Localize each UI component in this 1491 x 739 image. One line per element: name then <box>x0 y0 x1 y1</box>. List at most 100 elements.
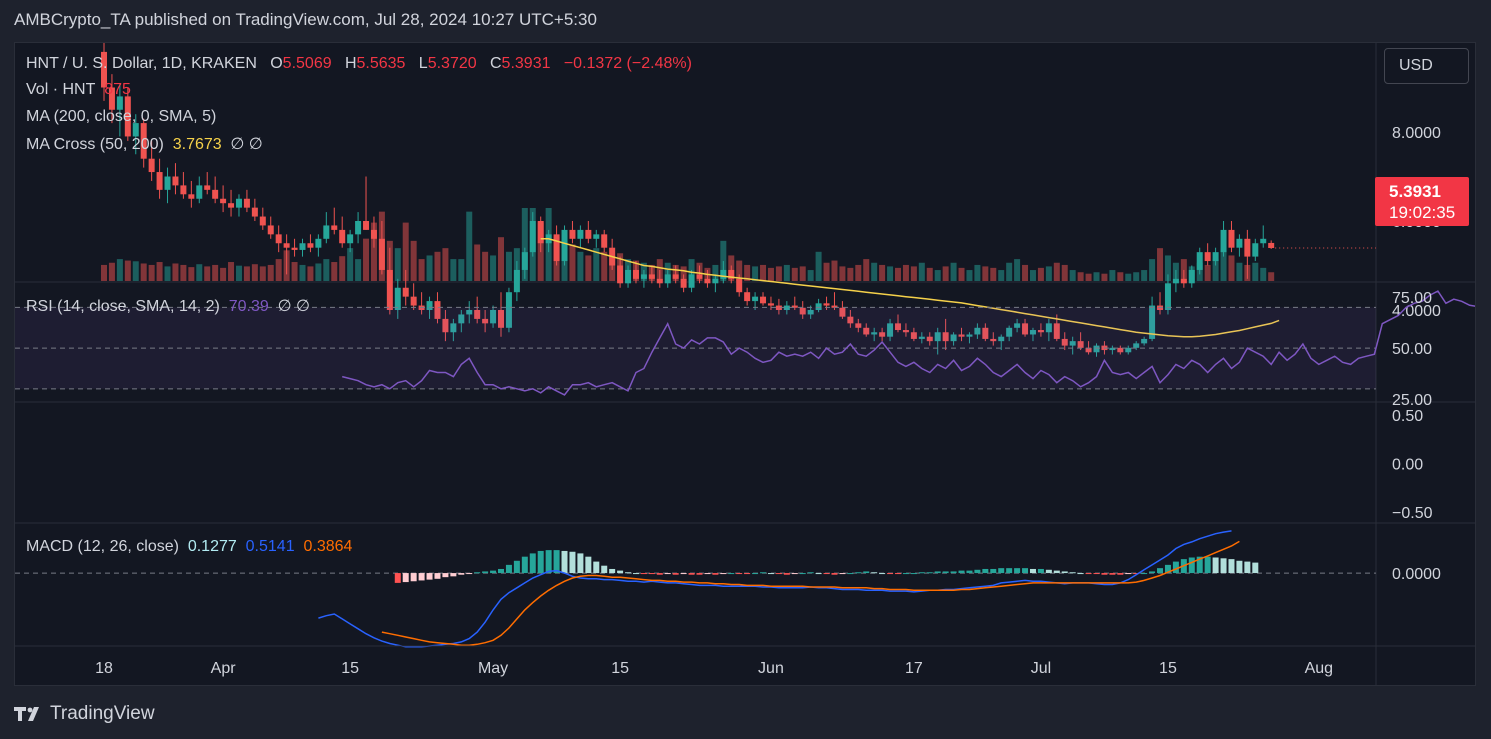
rsi-legend: RSI (14, close, SMA, 14, 2) 70.39 ∅ ∅ <box>26 296 310 316</box>
macd-histogram-bar <box>585 556 592 574</box>
volume-bar <box>180 264 187 281</box>
volume-bar <box>1069 270 1076 281</box>
ma-cross-label: MA Cross (50, 200) <box>26 136 164 153</box>
volume-bar <box>871 262 878 281</box>
candle-body <box>720 269 727 279</box>
candle-body <box>823 303 830 306</box>
volume-bar <box>601 251 608 281</box>
macd-histogram-bar <box>513 560 520 574</box>
candle-body <box>1244 238 1251 257</box>
volume-bar <box>910 266 917 281</box>
macd-histogram-bar <box>1157 568 1164 574</box>
volume-bar <box>148 264 155 281</box>
last-price-tag: 5.3931 19:02:35 <box>1375 177 1469 226</box>
low-value: 5.3720 <box>427 55 477 72</box>
candle-body <box>1268 242 1275 249</box>
change-value: −0.1372 (−2.48%) <box>563 55 692 72</box>
macd-histogram-bar <box>982 568 989 574</box>
candle-body <box>648 274 655 279</box>
macd-histogram-bar <box>1220 558 1227 574</box>
macd-histogram-bar <box>966 570 973 574</box>
candle-body <box>228 203 235 208</box>
volume-bar <box>442 248 449 281</box>
candle-body <box>315 238 322 248</box>
macd-histogram-bar <box>1117 573 1124 575</box>
macd-histogram-bar <box>1149 571 1156 574</box>
macd-histogram-bar <box>855 572 862 574</box>
rsi-axis-label: 50.00 <box>1392 341 1432 358</box>
macd-histogram-bar <box>736 573 743 575</box>
macd-histogram-bar <box>656 573 663 575</box>
macd-histogram-bar <box>704 573 711 575</box>
macd-histogram-bar <box>1061 571 1068 574</box>
volume-bar <box>108 262 115 281</box>
time-axis-label: 18 <box>95 660 113 677</box>
macd-histogram-bar <box>569 551 576 574</box>
macd-signal-line <box>381 540 1240 646</box>
macd-histogram-bar <box>783 573 790 575</box>
candle-body <box>577 229 584 239</box>
macd-histogram-bar <box>609 568 616 574</box>
open-label: O <box>270 55 283 72</box>
candle-body <box>299 243 306 250</box>
volume-bar <box>1117 272 1124 281</box>
volume-bar <box>1236 262 1243 281</box>
macd-histogram-bar <box>744 573 751 575</box>
candle-body <box>331 225 338 230</box>
volume-bar <box>577 251 584 281</box>
candle-body <box>410 296 417 306</box>
ma-legend: MA (200, close, 0, SMA, 5) <box>26 108 216 126</box>
volume-bar <box>1133 272 1140 281</box>
macd-histogram-bar <box>1037 568 1044 574</box>
candle-body <box>521 252 528 270</box>
volume-bar <box>1125 273 1132 281</box>
volume-bar <box>847 267 854 281</box>
macd-histogram-bar <box>696 573 703 575</box>
macd-histogram-bar <box>752 573 759 575</box>
candle-body <box>164 176 171 190</box>
macd-histogram-bar <box>847 573 854 575</box>
time-axis-label: 15 <box>611 660 629 677</box>
macd-histogram-bar <box>442 573 449 578</box>
volume-bar <box>1045 266 1052 281</box>
macd-histogram-bar <box>958 570 965 574</box>
macd-histogram-bar <box>926 572 933 574</box>
candle-body <box>537 221 544 244</box>
macd-histogram-bar <box>688 573 695 575</box>
currency-button[interactable]: USD <box>1384 48 1469 84</box>
candle-body <box>617 265 624 284</box>
macd-histogram-bar <box>720 573 727 575</box>
volume-bar <box>1268 272 1275 281</box>
candle-body <box>283 243 290 248</box>
candle-body <box>212 189 219 199</box>
volume-bar <box>450 259 457 281</box>
candle-body <box>1220 229 1227 253</box>
macd-histogram-bar <box>815 573 822 575</box>
volume-bar <box>482 251 489 281</box>
candle-body <box>1172 278 1179 284</box>
volume-bar <box>1260 267 1267 281</box>
time-axis-label: 17 <box>905 660 923 677</box>
high-value: 5.5635 <box>356 55 406 72</box>
volume-bar <box>783 264 790 281</box>
ma-label: MA (200, close, 0, SMA, 5) <box>26 108 217 125</box>
footer-brand[interactable]: TradingView <box>14 703 155 725</box>
macd-histogram-bar <box>1045 569 1052 574</box>
macd-hist-value: 0.1277 <box>187 538 237 555</box>
volume-legend: Vol · HNT 875 <box>26 81 131 99</box>
candle-body <box>767 303 774 306</box>
empty-pane-axis-label: 0.50 <box>1392 408 1423 425</box>
macd-histogram-bar <box>1141 573 1148 575</box>
macd-histogram-bar <box>553 550 560 574</box>
volume-bar <box>895 267 901 281</box>
volume-bar <box>791 267 798 281</box>
candle-body <box>363 221 370 230</box>
empty-pane-axis-label: 0.00 <box>1392 457 1423 474</box>
volume-bar <box>339 256 346 281</box>
volume-bar <box>569 244 576 281</box>
candle-body <box>196 185 203 199</box>
volume-bar <box>879 264 886 281</box>
macd-histogram-bar <box>394 573 401 583</box>
macd-histogram-bar <box>680 573 687 575</box>
chart-frame[interactable]: 8.00006.00004.000075.0050.0025.000.500.0… <box>14 42 1476 686</box>
